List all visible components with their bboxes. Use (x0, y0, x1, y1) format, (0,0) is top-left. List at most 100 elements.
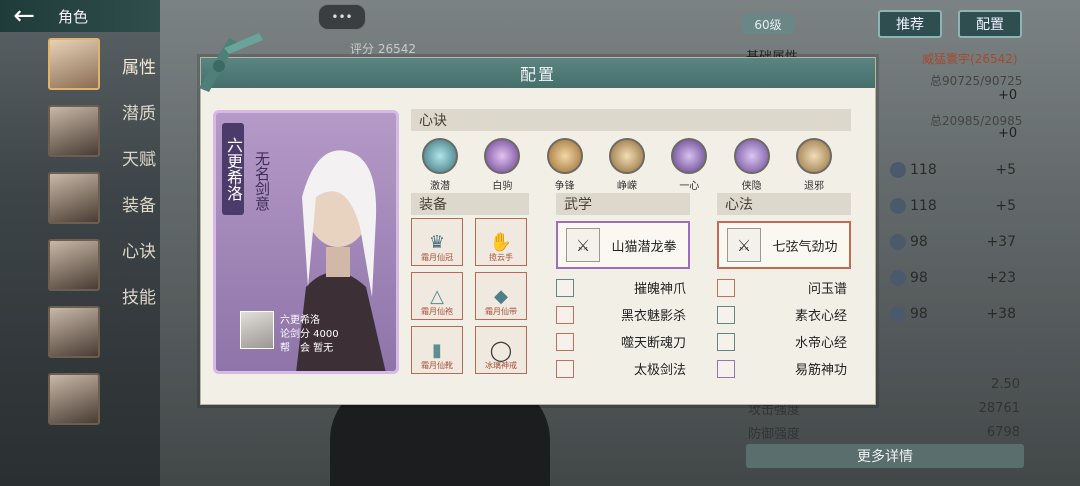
robe-icon: △ (430, 285, 444, 307)
character-score: 论剑分 4000 (280, 329, 339, 340)
attr-row: 118 +5 (890, 158, 1020, 182)
tab-xinjue[interactable]: 心诀 (122, 226, 166, 272)
xinfa-item[interactable]: 问玉谱 (717, 274, 847, 301)
wing-icon (671, 138, 708, 174)
xinjue-item[interactable]: 侠隐 (729, 138, 775, 192)
swirl-icon (422, 138, 458, 174)
xinfa-main-slot[interactable]: ⚔ 七弦气劲功 (717, 221, 851, 269)
sword-icon (795, 138, 832, 174)
attr-row: 98 +38 (890, 302, 1020, 326)
xinfa-item[interactable]: 水帝心经 (717, 328, 847, 355)
modal-header: 配置 (201, 58, 875, 88)
equipment-grid: ♛ 霜月仙冠 ✋ 揽云手 △ 霜月仙袍 ◆ 霜月仙带 ▮ 霜月仙靴 ◯ 冰璃神戒 (411, 218, 527, 374)
attr-row: 118 +5 (890, 194, 1020, 218)
back-button[interactable]: ← (0, 0, 48, 32)
more-details-button[interactable]: 更多详情 (746, 444, 1024, 468)
xinjue-item[interactable]: 争锋 (542, 138, 588, 192)
tab-attributes[interactable]: 属性 (122, 42, 166, 88)
recommend-button[interactable]: 推荐 (878, 10, 942, 38)
arrow-left-icon: ← (13, 1, 35, 31)
tab-potential[interactable]: 潜质 (122, 88, 166, 134)
character-card: 六更希洛 无名剑意 六更希洛 论剑分 4000 帮 会 暂无 (213, 110, 399, 374)
hp-value: 总90725/90725 (930, 74, 1023, 88)
belt-icon: ◆ (494, 285, 508, 307)
art-icon (717, 332, 735, 351)
character-avatar-list (48, 38, 106, 440)
level-badge: 60级 (742, 14, 794, 34)
config-modal: 配置 六更希洛 无名剑意 六更希洛 论剑分 4000 帮 会 暂无 心诀 激潜 … (199, 33, 876, 405)
xinjue-section-header: 心诀 (411, 109, 851, 131)
attr-icon (890, 306, 906, 322)
gauntlet-icon: ✋ (489, 231, 513, 253)
xinjue-item[interactable]: 白驹 (479, 138, 525, 192)
martial-icon (556, 305, 574, 324)
wuxue-section-header: 武学 (556, 193, 690, 215)
character-subtitle: 无名剑意 (253, 151, 271, 211)
wuxue-list: 摧魄神爪 黑衣魅影杀 噬天断魂刀 太极剑法 (556, 274, 686, 382)
horse-icon (484, 138, 521, 174)
martial-icon (556, 332, 574, 351)
xinfa-item[interactable]: 易筋神功 (717, 355, 847, 382)
top-header: ← 角色 (0, 0, 160, 32)
sword-ornament-icon (199, 33, 263, 92)
xinfa-list: 问玉谱 素衣心经 水帝心经 易筋神功 (717, 274, 847, 382)
crown-icon: ♛ (428, 231, 446, 253)
fist-icon (546, 138, 583, 174)
xinjue-item[interactable]: 激潜 (417, 138, 463, 192)
wuxue-item[interactable]: 噬天断魂刀 (556, 328, 686, 355)
xinfa-item[interactable]: 素衣心经 (717, 301, 847, 328)
attr-icon (890, 234, 906, 250)
wuxue-main-slot[interactable]: ⚔ 山猫潜龙拳 (556, 221, 690, 269)
wuxue-item[interactable]: 黑衣魅影杀 (556, 301, 686, 328)
attr-icon (890, 162, 906, 178)
character-thumbnail (240, 311, 274, 349)
wuxue-item[interactable]: 太极剑法 (556, 355, 686, 382)
equip-section-header: 装备 (411, 193, 529, 215)
hp-plus: +0 (998, 88, 1018, 103)
tab-talent[interactable]: 天赋 (122, 134, 166, 180)
boots-icon: ▮ (432, 339, 442, 361)
chat-button[interactable]: ••• (318, 4, 366, 30)
equip-slot[interactable]: ◆ 霜月仙带 (475, 272, 527, 320)
modal-title: 配置 (519, 65, 556, 84)
score-label: 评分 26542 (350, 42, 416, 56)
character-avatar[interactable] (48, 239, 100, 291)
xinfa-section-header: 心法 (717, 193, 851, 215)
character-tag: 六更希洛 (222, 123, 244, 215)
character-avatar[interactable] (48, 373, 100, 425)
fighter-icon: ⚔ (727, 228, 761, 262)
equip-slot[interactable]: ♛ 霜月仙冠 (411, 218, 463, 266)
attr-icon (890, 270, 906, 286)
config-button[interactable]: 配置 (958, 10, 1022, 38)
art-icon (717, 359, 735, 378)
attr-icon (890, 198, 906, 214)
xinjue-item[interactable]: 一心 (666, 138, 712, 192)
bird-icon (733, 138, 770, 174)
wuxue-item[interactable]: 摧魄神爪 (556, 274, 686, 301)
equip-slot[interactable]: ◯ 冰璃神戒 (475, 326, 527, 374)
mp-plus: +0 (998, 126, 1018, 141)
equip-slot[interactable]: ▮ 霜月仙靴 (411, 326, 463, 374)
art-icon (717, 278, 735, 297)
character-avatar[interactable] (48, 306, 100, 358)
equip-slot[interactable]: ✋ 揽云手 (475, 218, 527, 266)
attr-row: 98 +23 (890, 266, 1020, 290)
xinjue-item[interactable]: 峥嵘 (604, 138, 650, 192)
character-guild: 帮 会 暂无 (280, 343, 334, 354)
martial-icon (556, 278, 574, 297)
tab-equipment[interactable]: 装备 (122, 180, 166, 226)
attr-row: 98 +37 (890, 230, 1020, 254)
tab-skills[interactable]: 技能 (122, 272, 166, 318)
art-icon (717, 305, 735, 324)
equip-slot[interactable]: △ 霜月仙袍 (411, 272, 463, 320)
power-label: 威猛寰宇(26542) (922, 52, 1018, 66)
character-avatar[interactable] (48, 38, 100, 90)
xinjue-item[interactable]: 退邪 (791, 138, 837, 192)
fighter-icon: ⚔ (566, 228, 600, 262)
character-avatar[interactable] (48, 172, 100, 224)
xinjue-list: 激潜 白驹 争锋 峥嵘 一心 侠隐 退邪 (417, 138, 837, 192)
ring-icon: ◯ (489, 338, 513, 362)
page-title: 角色 (58, 7, 89, 26)
character-avatar[interactable] (48, 105, 100, 157)
stat-row: 防御强度 6798 (748, 424, 1020, 442)
